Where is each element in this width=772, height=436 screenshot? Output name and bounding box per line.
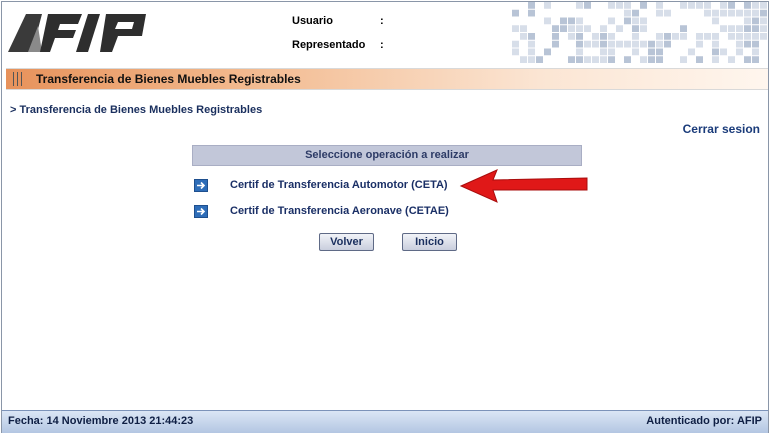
afip-logo <box>8 14 146 52</box>
logout-link[interactable]: Cerrar sesion <box>683 122 760 136</box>
back-button[interactable]: Volver <box>319 233 374 251</box>
footer-bar: Fecha: 14 Noviembre 2013 21:44:23 Autent… <box>2 410 768 433</box>
breadcrumb: > Transferencia de Bienes Muebles Regist… <box>10 104 263 116</box>
arrow-right-icon[interactable] <box>194 205 208 218</box>
usuario-label: Usuario <box>292 15 333 27</box>
arrow-right-icon[interactable] <box>194 179 208 192</box>
representado-separator: : <box>380 39 384 51</box>
section-title: Transferencia de Bienes Muebles Registra… <box>36 72 301 86</box>
header-decorative-pattern <box>512 2 767 63</box>
usuario-separator: : <box>380 15 384 27</box>
footer-date: Fecha: 14 Noviembre 2013 21:44:23 <box>8 415 194 427</box>
option-ceta-label[interactable]: Certif de Transferencia Automotor (CETA) <box>230 179 448 191</box>
representado-label: Representado <box>292 39 366 51</box>
red-pointer-arrow-icon <box>459 169 588 203</box>
section-title-band: Transferencia de Bienes Muebles Registra… <box>6 68 768 90</box>
home-button[interactable]: Inicio <box>402 233 457 251</box>
selection-header: Seleccione operación a realizar <box>192 145 582 166</box>
header: Usuario : Representado : <box>2 2 768 64</box>
page-frame: Usuario : Representado : Transferencia d… <box>1 1 769 433</box>
footer-auth: Autenticado por: AFIP <box>646 415 762 427</box>
title-bars-icon <box>12 72 26 86</box>
option-cetae-label[interactable]: Certif de Transferencia Aeronave (CETAE) <box>230 205 449 217</box>
